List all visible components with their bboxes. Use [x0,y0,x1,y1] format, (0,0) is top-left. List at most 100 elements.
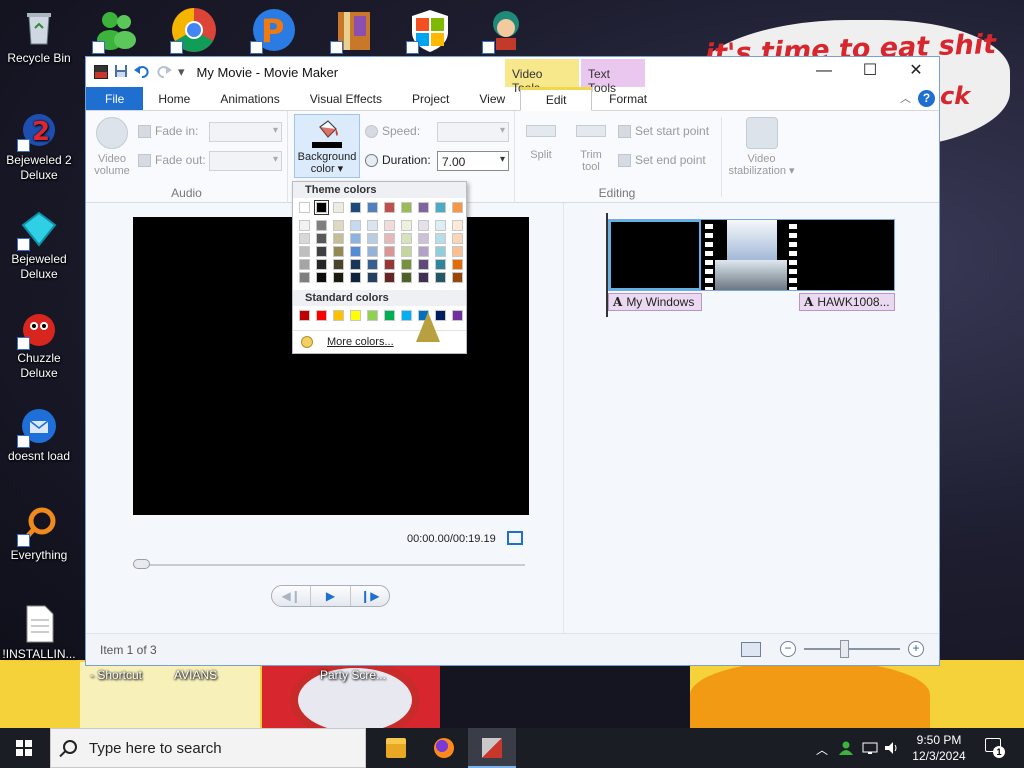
theme-color-swatch[interactable] [452,272,463,283]
standard-color-swatch[interactable] [401,310,412,321]
theme-color-swatch[interactable] [435,259,446,270]
winrar-icon[interactable] [330,6,378,54]
theme-color-swatch[interactable] [418,272,429,283]
fullscreen-preview-icon[interactable] [507,531,523,545]
tab-visual-effects[interactable]: Visual Effects [295,87,397,110]
zoom-slider-track[interactable] [804,648,900,650]
theme-color-swatch[interactable] [384,246,395,257]
thumbnail-size-icon[interactable] [741,642,761,657]
theme-color-swatch[interactable] [435,233,446,244]
theme-color-swatch[interactable] [350,233,361,244]
taskbar-file-explorer[interactable] [372,728,420,768]
theme-color-swatch[interactable] [316,259,327,270]
seek-track[interactable] [133,564,525,566]
maximize-button[interactable]: ☐ [847,57,893,87]
theme-color-swatch[interactable] [418,259,429,270]
standard-color-swatch[interactable] [350,310,361,321]
theme-color-swatch[interactable] [350,202,361,213]
user-icon[interactable] [838,741,854,758]
theme-color-swatch[interactable] [452,202,463,213]
standard-color-swatch[interactable] [367,310,378,321]
taskbar-firefox[interactable] [420,728,468,768]
trim-tool-button[interactable]: Trim tool [571,125,611,173]
seek-handle[interactable] [133,559,150,569]
zoom-slider-handle[interactable] [840,640,849,658]
set-end-point-button[interactable]: Set end point [618,153,706,167]
title-bar[interactable]: ▾ My Movie - Movie Maker Video Tools Tex… [86,57,939,95]
messenger-icon[interactable] [92,6,140,54]
taskbar-movie-maker[interactable] [468,728,516,768]
theme-color-swatch[interactable] [333,233,344,244]
zoom-out-button[interactable]: − [780,641,796,657]
theme-color-swatch[interactable] [299,272,310,283]
split-button[interactable]: Split [522,125,560,161]
theme-color-swatch[interactable] [333,220,344,231]
desktop-icon-recycle-bin[interactable]: Recycle Bin [1,8,77,66]
theme-color-swatch[interactable] [435,202,446,213]
theme-color-swatch[interactable] [384,202,395,213]
theme-color-swatch[interactable] [367,233,378,244]
theme-color-swatch[interactable] [452,233,463,244]
selected-clip[interactable] [609,220,701,290]
previous-frame-button[interactable]: ◀❙ [272,586,310,606]
windows-shield-icon[interactable] [406,6,454,54]
popcap-icon[interactable]: P [250,6,298,54]
theme-color-swatch[interactable] [401,272,412,283]
theme-color-swatch[interactable] [435,246,446,257]
movie-maker-app-icon[interactable] [94,65,108,79]
theme-color-swatch[interactable] [367,272,378,283]
theme-color-swatch[interactable] [299,202,310,213]
zoom-in-button[interactable]: + [908,641,924,657]
save-icon[interactable] [114,64,128,81]
video-volume-button[interactable]: Video volume [92,117,132,177]
theme-color-swatch[interactable] [384,272,395,283]
theme-color-swatch[interactable] [333,259,344,270]
standard-color-swatch[interactable] [384,310,395,321]
theme-color-swatch[interactable] [333,202,344,213]
theme-color-swatch[interactable] [401,202,412,213]
theme-color-swatch[interactable] [299,259,310,270]
desktop-icon-everything[interactable]: Everything [1,505,77,563]
play-button[interactable]: ▶ [310,586,349,606]
set-start-point-button[interactable]: Set start point [618,124,709,138]
theme-color-swatch[interactable] [350,272,361,283]
theme-color-swatch[interactable] [333,246,344,257]
theme-color-swatch[interactable] [452,220,463,231]
standard-color-swatch[interactable] [452,310,463,321]
redo-icon[interactable] [156,64,172,81]
theme-color-swatch[interactable] [350,246,361,257]
theme-color-swatch[interactable] [333,272,344,283]
close-button[interactable]: ✕ [893,57,939,87]
theme-color-swatch[interactable] [418,220,429,231]
duration-dropdown[interactable]: 7.00 [437,151,509,171]
tab-home[interactable]: Home [143,87,205,110]
show-hidden-icons-chevron-icon[interactable]: ︿ [816,741,828,758]
theme-color-swatch[interactable] [401,233,412,244]
theme-color-swatch[interactable] [384,220,395,231]
more-colors-item[interactable]: More colors... [293,330,466,352]
desktop-icon-installing-file[interactable]: !INSTALLIN... [1,604,77,662]
theme-color-swatch[interactable] [401,220,412,231]
theme-color-swatch[interactable] [435,220,446,231]
volume-icon[interactable] [884,741,900,758]
chrome-icon[interactable] [170,6,218,54]
theme-color-swatch[interactable] [299,246,310,257]
theme-color-swatch[interactable] [299,220,310,231]
theme-color-swatch[interactable] [384,233,395,244]
theme-color-swatch[interactable] [418,246,429,257]
theme-color-swatch[interactable] [367,246,378,257]
game-character-icon[interactable] [482,6,530,54]
desktop-icon-bejeweled[interactable]: Bejeweled Deluxe [1,209,77,282]
theme-color-swatch[interactable] [418,233,429,244]
theme-color-swatch[interactable] [316,272,327,283]
theme-color-swatch[interactable] [452,246,463,257]
fade-in-dropdown[interactable] [209,122,282,142]
next-frame-button[interactable]: ❙▶ [349,586,389,606]
background-color-button[interactable]: Background color ▾ [294,114,360,178]
tab-edit[interactable]: Edit [520,87,593,111]
desktop-icon-chuzzle[interactable]: Chuzzle Deluxe [1,308,77,381]
speed-dropdown[interactable] [437,122,509,142]
fade-out-dropdown[interactable] [209,151,282,171]
standard-color-swatch[interactable] [299,310,310,321]
theme-color-swatch[interactable] [418,202,429,213]
